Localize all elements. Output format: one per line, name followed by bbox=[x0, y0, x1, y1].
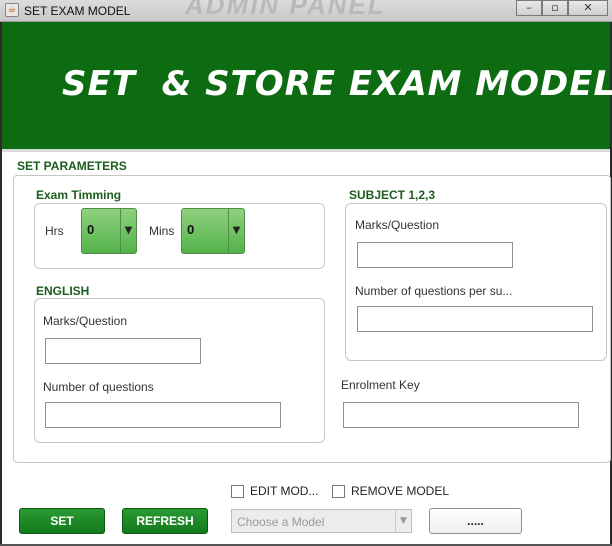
english-label: ENGLISH bbox=[36, 284, 90, 298]
window-content: SET & STORE EXAM MODEL SET PARAMETERS Ex… bbox=[2, 22, 612, 544]
chevron-down-icon[interactable]: ▼ bbox=[120, 209, 136, 253]
subject-marks-input[interactable] bbox=[357, 242, 513, 268]
minimize-button[interactable]: – bbox=[516, 0, 542, 16]
english-marks-label: Marks/Question bbox=[43, 314, 128, 328]
mins-spinner[interactable]: 0 ▼ bbox=[181, 208, 245, 254]
remove-model-check-box[interactable] bbox=[332, 484, 345, 498]
java-icon: ☕ bbox=[5, 3, 19, 17]
mins-value: 0 bbox=[187, 222, 195, 237]
remove-model-checkbox[interactable]: REMOVE MODEL bbox=[332, 484, 449, 498]
subject-questions-input[interactable] bbox=[357, 306, 593, 332]
enrolment-key-label: Enrolment Key bbox=[341, 378, 420, 392]
enrolment-key-input[interactable] bbox=[343, 402, 579, 428]
header-banner: SET & STORE EXAM MODEL bbox=[2, 22, 612, 152]
subject-label: SUBJECT 1,2,3 bbox=[349, 188, 436, 202]
edit-model-label: EDIT MOD... bbox=[250, 484, 319, 498]
model-select-value: Choose a Model bbox=[237, 515, 325, 529]
maximize-button[interactable]: ▫ bbox=[542, 0, 568, 16]
chevron-down-icon[interactable]: ▼ bbox=[228, 209, 244, 253]
background-window-title: ADMIN PANEL bbox=[185, 0, 386, 20]
banner-title: SET & STORE EXAM MODEL bbox=[62, 64, 612, 104]
set-parameters-label: SET PARAMETERS bbox=[17, 159, 127, 173]
hrs-value: 0 bbox=[87, 222, 95, 237]
close-button[interactable]: ✕ bbox=[568, 0, 608, 16]
hrs-label: Hrs bbox=[45, 224, 64, 238]
subject-questions-label: Number of questions per su... bbox=[355, 284, 513, 298]
set-button[interactable]: SET bbox=[19, 508, 105, 534]
window-controls: – ▫ ✕ bbox=[516, 0, 608, 18]
edit-model-checkbox[interactable]: EDIT MOD... bbox=[231, 484, 318, 498]
edit-model-check-box[interactable] bbox=[231, 484, 244, 498]
browse-button[interactable]: ..... bbox=[429, 508, 522, 534]
chevron-down-icon[interactable]: ▼ bbox=[395, 510, 411, 532]
mins-label: Mins bbox=[149, 224, 175, 238]
english-questions-input[interactable] bbox=[45, 402, 281, 428]
exam-timing-group bbox=[34, 203, 325, 269]
exam-timing-label: Exam Timming bbox=[36, 188, 122, 202]
window-title: SET EXAM MODEL bbox=[24, 4, 131, 18]
title-bar: ☕ SET EXAM MODEL ADMIN PANEL – ▫ ✕ bbox=[0, 0, 612, 22]
english-questions-label: Number of questions bbox=[43, 380, 154, 394]
english-marks-input[interactable] bbox=[45, 338, 201, 364]
hrs-spinner[interactable]: 0 ▼ bbox=[81, 208, 137, 254]
subject-marks-label: Marks/Question bbox=[355, 218, 440, 232]
model-select[interactable]: Choose a Model ▼ bbox=[231, 509, 412, 533]
remove-model-label: REMOVE MODEL bbox=[351, 484, 450, 498]
refresh-button[interactable]: REFRESH bbox=[122, 508, 208, 534]
